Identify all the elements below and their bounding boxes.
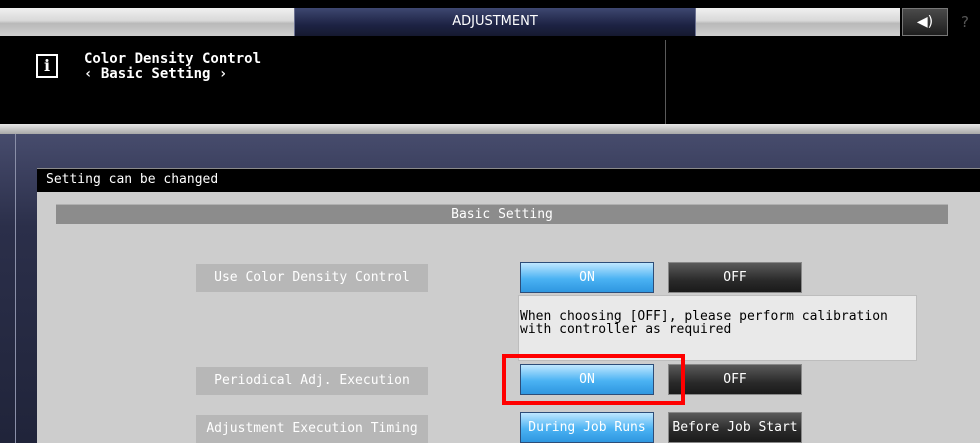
before-job-start-button[interactable]: Before Job Start [668,412,802,443]
top-bar-left-segment [0,8,294,36]
execution-timing-label: Adjustment Execution Timing [196,415,428,443]
page-subtitle: ‹ Basic Setting › [84,66,228,82]
help-icon[interactable]: ? [950,8,980,36]
color-density-off-button[interactable]: OFF [668,262,802,293]
section-header: Basic Setting [56,204,948,224]
periodical-off-button[interactable]: OFF [668,364,802,395]
use-color-density-label: Use Color Density Control [196,264,428,292]
page-title: Color Density Control [84,51,262,67]
speaker-icon[interactable]: ◀) [902,8,948,36]
during-job-runs-button[interactable]: During Job Runs [520,412,654,443]
separator-band [0,124,980,134]
top-bar-right-segment [696,8,900,36]
screen-title-tab: ADJUSTMENT [294,8,696,36]
color-density-on-button[interactable]: ON [520,262,654,293]
status-message: Setting can be changed [46,172,219,187]
periodical-adj-label: Periodical Adj. Execution [196,367,428,395]
header-divider [665,40,666,124]
calibration-note: When choosing [OFF], please perform cali… [520,309,888,337]
highlight-box [502,354,685,405]
info-icon[interactable]: i [36,54,58,78]
